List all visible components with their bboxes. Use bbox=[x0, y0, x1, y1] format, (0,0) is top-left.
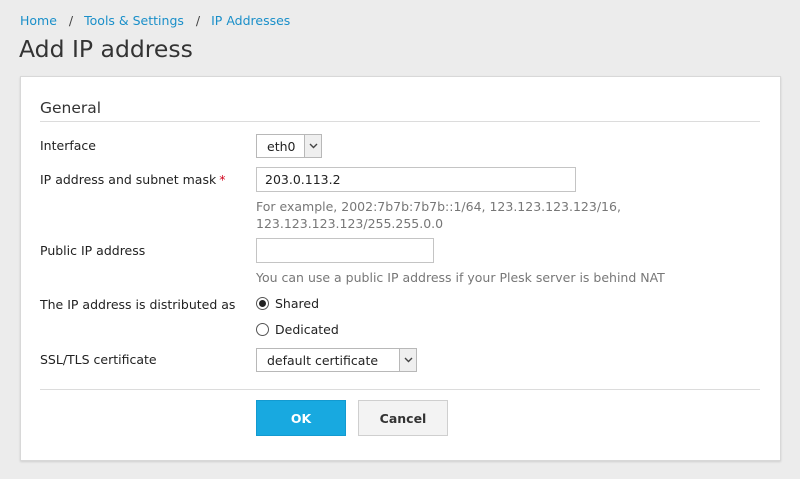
ip-address-hint-line1: For example, 2002:7b7b:7b7b::1/64, 123.1… bbox=[256, 199, 621, 214]
chevron-down-icon bbox=[399, 349, 416, 371]
radio-shared[interactable]: Shared bbox=[256, 296, 319, 311]
interface-select[interactable]: eth0 bbox=[256, 134, 322, 158]
section-title-general: General bbox=[40, 99, 102, 117]
breadcrumb: Home / Tools & Settings / IP Addresses bbox=[20, 13, 290, 28]
cancel-button[interactable]: Cancel bbox=[358, 400, 448, 436]
ssl-certificate-label: SSL/TLS certificate bbox=[40, 352, 157, 367]
breadcrumb-separator: / bbox=[195, 13, 201, 28]
public-ip-hint: You can use a public IP address if your … bbox=[256, 270, 665, 285]
buttons-divider bbox=[40, 389, 760, 390]
ip-address-hint-line2: 123.123.123.123/255.255.0.0 bbox=[256, 215, 444, 231]
radio-dedicated[interactable]: Dedicated bbox=[256, 322, 339, 337]
breadcrumb-separator: / bbox=[68, 13, 74, 28]
interface-select-value: eth0 bbox=[267, 138, 296, 154]
radio-dedicated-label: Dedicated bbox=[275, 322, 339, 337]
breadcrumb-home-link[interactable]: Home bbox=[20, 13, 57, 28]
radio-shared-label: Shared bbox=[275, 296, 320, 311]
interface-label: Interface bbox=[40, 138, 96, 153]
public-ip-label: Public IP address bbox=[40, 243, 146, 258]
breadcrumb-ip-addresses-link[interactable]: IP Addresses bbox=[211, 13, 290, 28]
ip-address-hint: For example, 2002:7b7b:7b7b::1/64, 123.1… bbox=[256, 199, 621, 232]
section-divider bbox=[40, 121, 760, 122]
radio-unchecked-icon bbox=[256, 323, 269, 336]
form-panel: General Interface eth0 IP address and su… bbox=[20, 76, 781, 461]
ok-button[interactable]: OK bbox=[256, 400, 346, 436]
ip-address-label: IP address and subnet mask * bbox=[40, 172, 225, 187]
ssl-certificate-select-value: default certificate bbox=[267, 352, 379, 368]
ssl-certificate-select[interactable]: default certificate bbox=[256, 348, 417, 372]
page-title: Add IP address bbox=[19, 35, 193, 63]
breadcrumb-tools-settings-link[interactable]: Tools & Settings bbox=[84, 13, 184, 28]
distribution-label: The IP address is distributed as bbox=[40, 297, 236, 312]
ip-address-input[interactable] bbox=[256, 167, 576, 192]
public-ip-input[interactable] bbox=[256, 238, 434, 263]
radio-checked-icon bbox=[256, 297, 269, 310]
chevron-down-icon bbox=[304, 135, 321, 157]
ip-address-label-text: IP address and subnet mask bbox=[40, 172, 217, 187]
required-marker: * bbox=[219, 172, 226, 187]
